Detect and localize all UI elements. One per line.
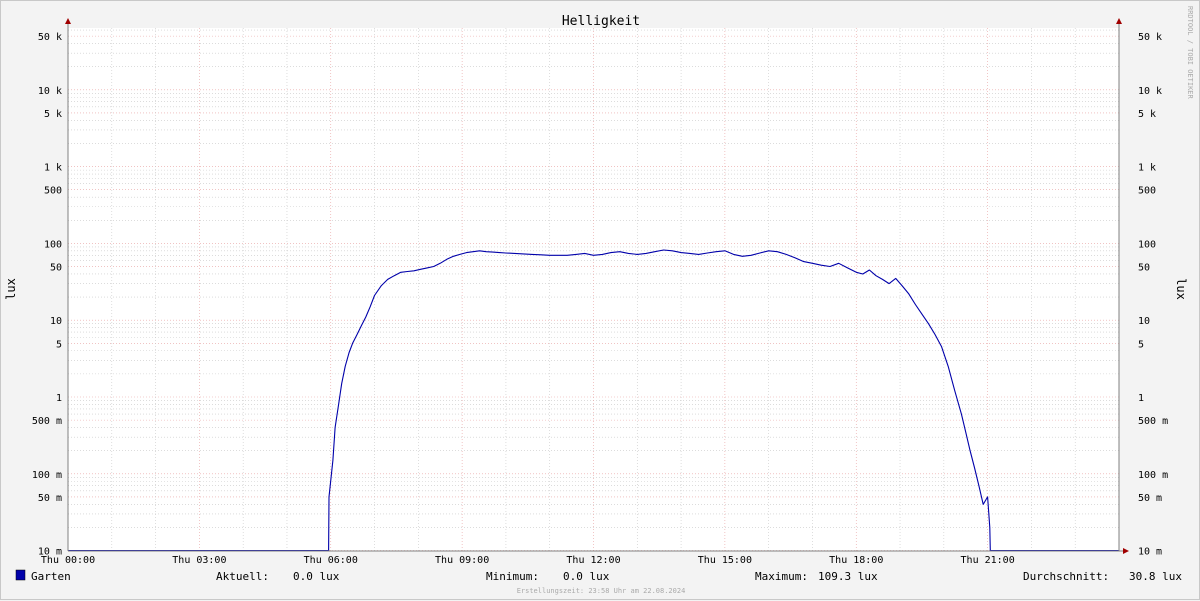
y-tick-label-right: 1 k bbox=[1138, 163, 1156, 174]
y-tick-label-left: 50 k bbox=[38, 32, 62, 43]
x-tick-label: Thu 21:00 bbox=[961, 555, 1015, 566]
x-tick-label: Thu 09:00 bbox=[435, 555, 489, 566]
legend-current-label: Aktuell: bbox=[216, 570, 269, 583]
legend-series-name: Garten bbox=[31, 570, 71, 583]
legend-avg-value: 30.8 lux bbox=[1129, 570, 1182, 583]
x-tick-label: Thu 15:00 bbox=[698, 555, 752, 566]
x-axis-arrow bbox=[1123, 548, 1129, 554]
y-tick-label-right: 5 bbox=[1138, 339, 1144, 350]
chart-svg: 50 k 10 k 5 k 1 k 500 100 50 10 5 1 500 m 100 m 50 m… bbox=[4, 6, 1194, 595]
y-axis-right: 50 k 10 k 5 k 1 k 500 100 50 10 5 1 500 m 100 m 50 m… bbox=[1138, 32, 1168, 557]
y-tick-label-left: 10 bbox=[50, 316, 62, 327]
y-tick-label-left: 1 bbox=[56, 393, 62, 404]
y-tick-label-right: 50 bbox=[1138, 263, 1150, 274]
x-tick-label: Thu 00:00 bbox=[41, 555, 95, 566]
watermark: RRDTOOL / TOBI OETIKER bbox=[1186, 6, 1194, 100]
legend-swatch-garten bbox=[15, 569, 26, 581]
x-tick-label: Thu 06:00 bbox=[304, 555, 358, 566]
y-tick-label-left: 500 m bbox=[32, 416, 62, 427]
x-axis: Thu 00:00 Thu 03:00 Thu 06:00 Thu 09:00 Thu … bbox=[41, 555, 1015, 566]
y-tick-label-right: 500 bbox=[1138, 186, 1156, 197]
y-tick-label-left: 100 bbox=[44, 239, 62, 250]
y-tick-label-left: 1 k bbox=[44, 163, 62, 174]
y-tick-label-right: 5 k bbox=[1138, 109, 1156, 120]
y-axis-label-left: lux bbox=[4, 278, 18, 300]
legend-min-label: Minimum: bbox=[486, 570, 539, 583]
y-tick-label-right: 100 m bbox=[1138, 470, 1168, 481]
x-tick-label: Thu 03:00 bbox=[172, 555, 226, 566]
x-tick-label: Thu 18:00 bbox=[829, 555, 883, 566]
y-axis-arrow-left bbox=[65, 18, 71, 24]
y-tick-label-left: 10 k bbox=[38, 86, 62, 97]
y-tick-label-left: 100 m bbox=[32, 470, 62, 481]
y-tick-label-right: 10 k bbox=[1138, 86, 1162, 97]
chart-title: Helligkeit bbox=[562, 14, 640, 29]
legend-max-label: Maximum: bbox=[755, 570, 808, 583]
legend-max-value: 109.3 lux bbox=[818, 570, 878, 583]
y-tick-label-right: 10 m bbox=[1138, 547, 1162, 558]
y-tick-label-left: 5 bbox=[56, 339, 62, 350]
chart-canvas: 50 k 10 k 5 k 1 k 500 100 50 10 5 1 500 m 100 m 50 m… bbox=[0, 0, 1200, 600]
y-tick-label-left: 50 m bbox=[38, 493, 62, 504]
y-tick-label-right: 100 bbox=[1138, 239, 1156, 250]
y-tick-label-right: 500 m bbox=[1138, 416, 1168, 427]
y-axis-left: 50 k 10 k 5 k 1 k 500 100 50 10 5 1 500 m 100 m 50 m… bbox=[32, 32, 62, 557]
y-tick-label-left: 50 bbox=[50, 263, 62, 274]
legend-avg-label: Durchschnitt: bbox=[1023, 570, 1109, 583]
y-tick-label-right: 10 bbox=[1138, 316, 1150, 327]
y-tick-label-right: 50 k bbox=[1138, 32, 1162, 43]
y-tick-label-left: 5 k bbox=[44, 109, 62, 120]
y-tick-label-right: 50 m bbox=[1138, 493, 1162, 504]
legend-current-value: 0.0 lux bbox=[293, 570, 340, 583]
x-tick-label: Thu 12:00 bbox=[566, 555, 620, 566]
y-tick-label-right: 1 bbox=[1138, 393, 1144, 404]
y-axis-arrow-right bbox=[1116, 18, 1122, 24]
legend-min-value: 0.0 lux bbox=[563, 570, 610, 583]
creation-time: Erstellungszeit: 23:58 Uhr am 22.08.2024 bbox=[517, 587, 686, 595]
y-axis-label-right: lux bbox=[1174, 278, 1188, 300]
y-tick-label-left: 500 bbox=[44, 186, 62, 197]
